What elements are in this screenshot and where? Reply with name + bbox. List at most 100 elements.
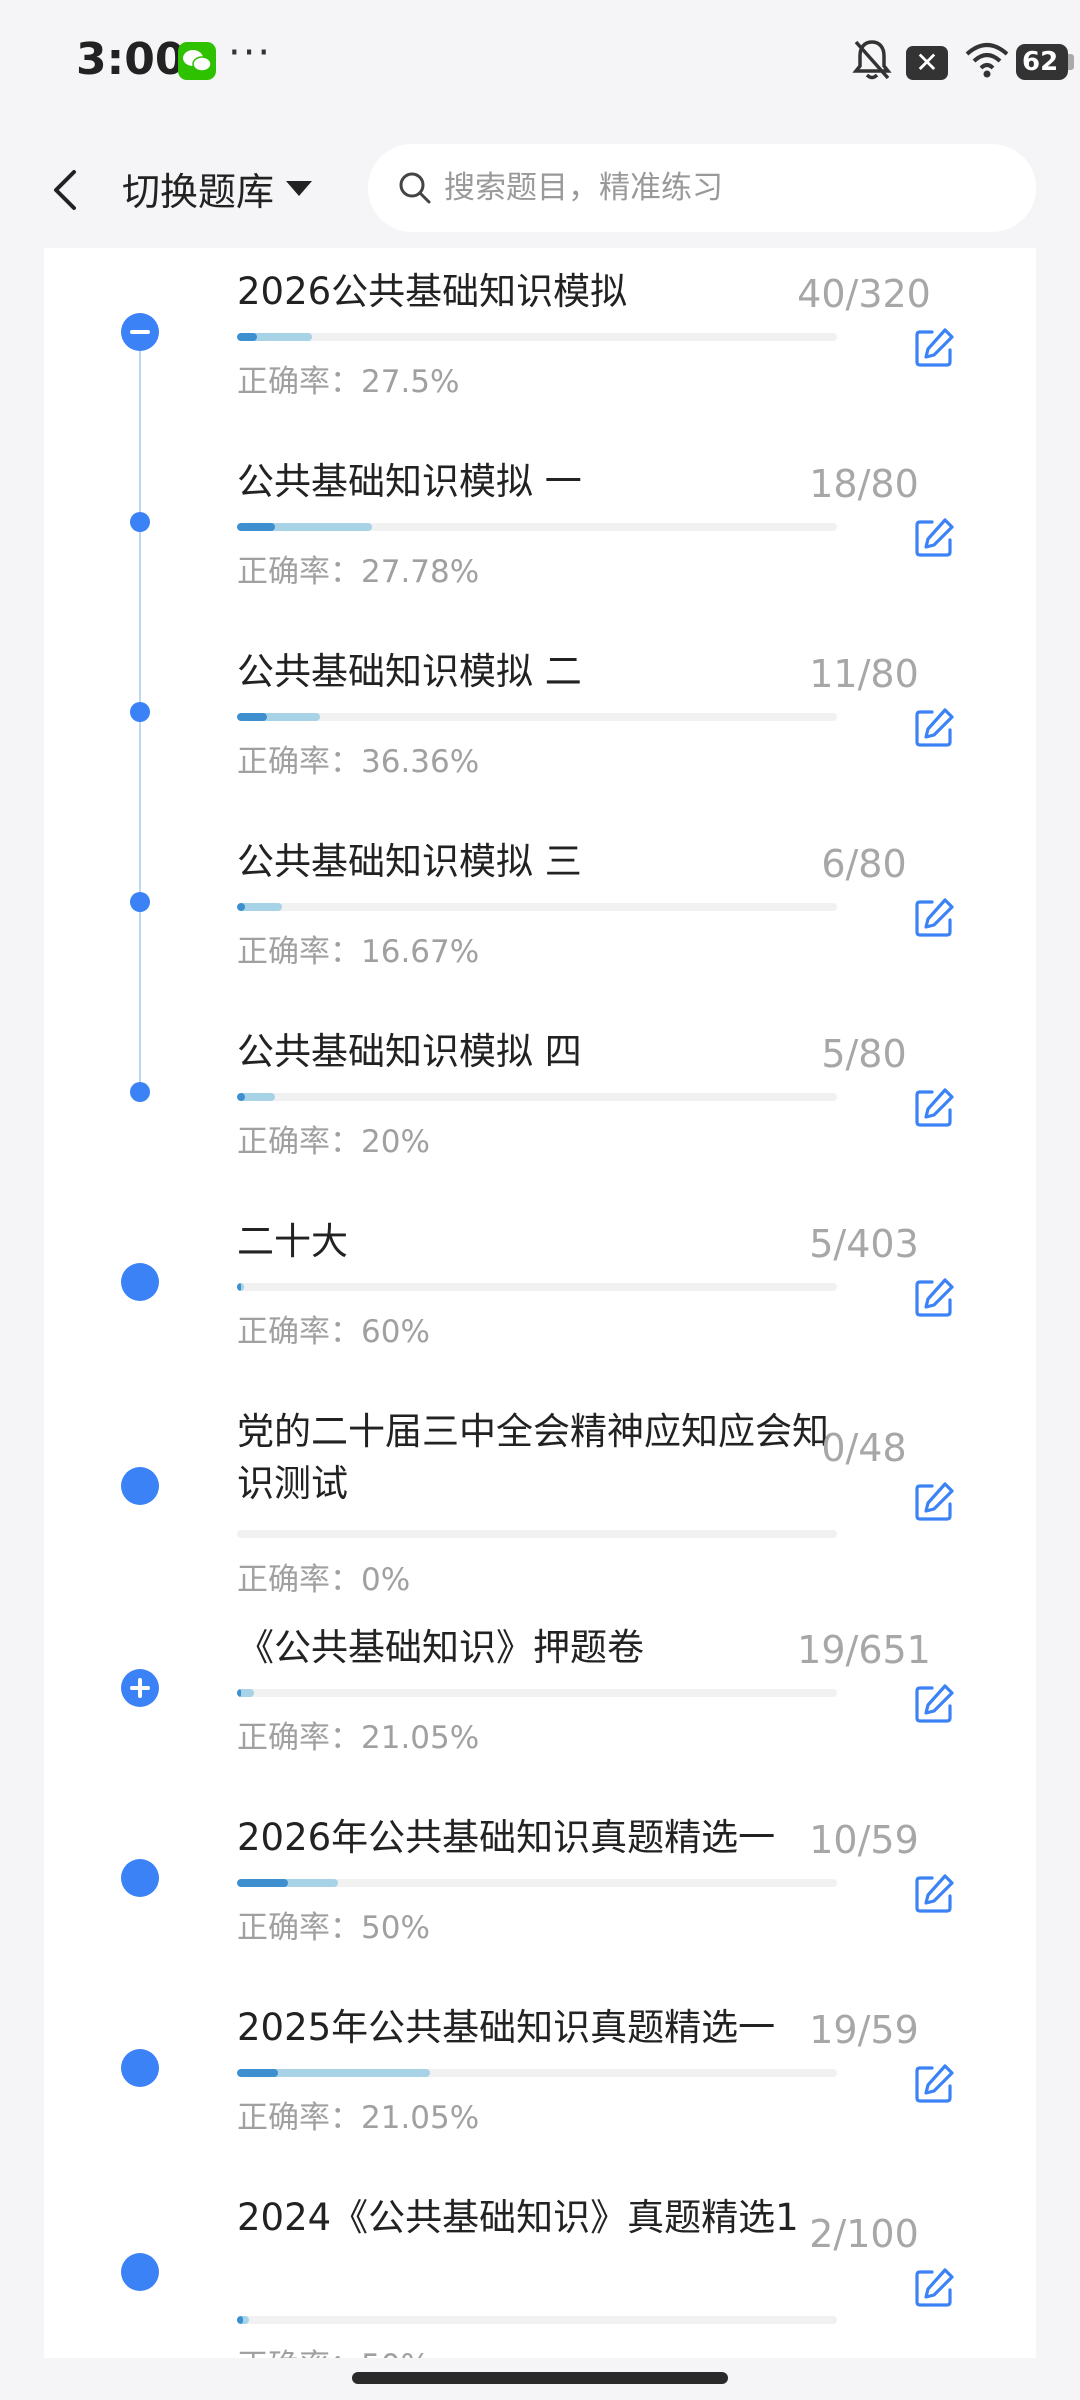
accuracy-label: 正确率： xyxy=(237,364,361,400)
progress-bar xyxy=(237,1530,837,1538)
progress-count: 2/100 xyxy=(809,2212,919,2256)
progress-bar xyxy=(237,2069,837,2077)
bell-muted-icon xyxy=(852,40,892,80)
timeline-dot xyxy=(121,2049,159,2087)
bank-title: 公共基础知识模拟 三 xyxy=(237,840,582,883)
progress-bar xyxy=(237,1689,837,1697)
no-sim-icon: ✕ xyxy=(906,46,948,80)
edit-icon[interactable] xyxy=(912,2062,956,2106)
timeline-dot xyxy=(121,1859,159,1897)
accuracy-value: 21.05% xyxy=(361,1720,480,1756)
accuracy-label: 正确率： xyxy=(237,554,361,590)
accuracy-text: 正确率：60% xyxy=(237,1312,430,1352)
accuracy-label: 正确率： xyxy=(237,1562,361,1598)
accuracy-text: 正确率：27.78% xyxy=(237,552,479,592)
edit-icon[interactable] xyxy=(912,516,956,560)
wifi-icon xyxy=(965,43,1009,78)
bank-title: 《公共基础知识》押题卷 xyxy=(237,1626,644,1669)
timeline-dot xyxy=(130,702,150,722)
accuracy-text: 正确率：0% xyxy=(237,1560,410,1600)
edit-icon[interactable] xyxy=(912,706,956,750)
accuracy-text: 正确率：50% xyxy=(237,2346,430,2358)
accuracy-label: 正确率： xyxy=(237,2100,361,2136)
question-bank-list: 2026公共基础知识模拟 正确率：27.5% 40/320 公共基础知识模拟 一正确率… xyxy=(44,248,1036,2358)
accuracy-label: 正确率： xyxy=(237,2348,361,2358)
progress-correct xyxy=(237,2316,243,2324)
timeline-dot xyxy=(130,1082,150,1102)
progress-count: 11/80 xyxy=(809,652,919,696)
progress-correct xyxy=(237,713,267,721)
accuracy-text: 正确率：21.05% xyxy=(237,2098,479,2138)
accuracy-value: 0% xyxy=(361,1562,411,1598)
accuracy-label: 正确率： xyxy=(237,1910,361,1946)
home-indicator[interactable] xyxy=(352,2372,728,2384)
progress-count: 10/59 xyxy=(809,1818,919,1862)
progress-correct xyxy=(237,523,275,531)
bank-title: 2025年公共基础知识真题精选一 xyxy=(237,2006,776,2049)
progress-count: 19/59 xyxy=(809,2008,919,2052)
status-time: 3:00 xyxy=(76,34,186,85)
edit-icon[interactable] xyxy=(912,326,956,370)
bank-title: 公共基础知识模拟 一 xyxy=(237,460,582,503)
timeline-dot xyxy=(121,2253,159,2291)
progress-correct xyxy=(237,1879,288,1887)
accuracy-value: 21.05% xyxy=(361,2100,480,2136)
edit-icon[interactable] xyxy=(912,1480,956,1524)
accuracy-value: 50% xyxy=(361,1910,430,1946)
accuracy-label: 正确率： xyxy=(237,1314,361,1350)
accuracy-label: 正确率： xyxy=(237,744,361,780)
accuracy-text: 正确率：27.5% xyxy=(237,362,459,402)
accuracy-value: 16.67% xyxy=(361,934,480,970)
accuracy-text: 正确率：20% xyxy=(237,1122,430,1162)
search-box[interactable] xyxy=(368,144,1036,232)
edit-icon[interactable] xyxy=(912,1086,956,1130)
accuracy-value: 50% xyxy=(361,2348,430,2358)
progress-bar xyxy=(237,1093,837,1101)
progress-count: 0/48 xyxy=(821,1426,907,1470)
collapse-icon[interactable] xyxy=(121,313,159,351)
back-arrow-icon[interactable] xyxy=(46,160,86,220)
progress-bar xyxy=(237,713,837,721)
accuracy-label: 正确率： xyxy=(237,1124,361,1160)
progress-bar xyxy=(237,1283,837,1291)
bank-title: 2026年公共基础知识真题精选一 xyxy=(237,1816,776,1859)
status-bar: 3:00 ··· ✕ 62 xyxy=(0,0,1080,130)
progress-bar xyxy=(237,1879,837,1887)
accuracy-value: 60% xyxy=(361,1314,430,1350)
progress-count: 5/80 xyxy=(821,1032,907,1076)
edit-icon[interactable] xyxy=(912,1276,956,1320)
progress-count: 40/320 xyxy=(797,272,931,316)
bank-title: 公共基础知识模拟 二 xyxy=(237,650,582,693)
edit-icon[interactable] xyxy=(912,1682,956,1726)
accuracy-value: 27.78% xyxy=(361,554,480,590)
progress-correct xyxy=(237,1093,245,1101)
battery-icon: 62 xyxy=(1016,44,1074,80)
switch-bank-button[interactable]: 切换题库 xyxy=(122,158,313,218)
progress-bar xyxy=(237,903,837,911)
bank-title: 2024《公共基础知识》真题精选1 xyxy=(237,2196,799,2239)
timeline-dot xyxy=(121,1263,159,1301)
progress-correct xyxy=(237,2069,278,2077)
more-notifications-icon: ··· xyxy=(228,30,273,76)
expand-icon[interactable] xyxy=(121,1669,159,1707)
search-icon xyxy=(399,172,431,204)
progress-bar xyxy=(237,333,837,341)
accuracy-text: 正确率：50% xyxy=(237,1908,430,1948)
accuracy-text: 正确率：21.05% xyxy=(237,1718,479,1758)
bank-title: 公共基础知识模拟 四 xyxy=(237,1030,582,1073)
search-input[interactable] xyxy=(442,169,1006,207)
progress-correct xyxy=(237,1283,242,1291)
edit-icon[interactable] xyxy=(912,896,956,940)
timeline-dot xyxy=(130,892,150,912)
accuracy-value: 20% xyxy=(361,1124,430,1160)
bank-title: 2026公共基础知识模拟 xyxy=(237,270,628,313)
accuracy-value: 27.5% xyxy=(361,364,460,400)
progress-bar xyxy=(237,523,837,531)
accuracy-text: 正确率：36.36% xyxy=(237,742,479,782)
edit-icon[interactable] xyxy=(912,1872,956,1916)
accuracy-value: 36.36% xyxy=(361,744,480,780)
accuracy-label: 正确率： xyxy=(237,934,361,970)
edit-icon[interactable] xyxy=(912,2266,956,2310)
progress-count: 18/80 xyxy=(809,462,919,506)
bank-title: 二十大 xyxy=(237,1220,348,1263)
